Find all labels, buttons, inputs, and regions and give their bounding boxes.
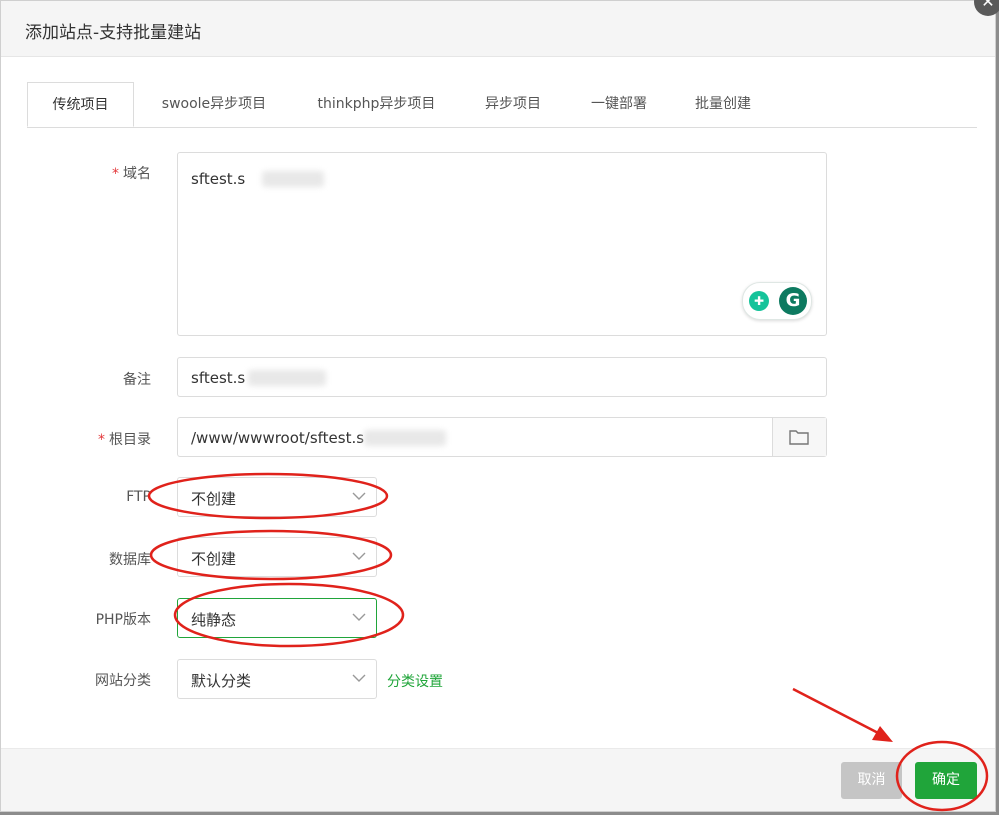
chevron-down-icon xyxy=(352,552,366,560)
remark-value: sftest.s xyxy=(191,369,246,387)
php-version-select[interactable]: 纯静态 xyxy=(177,598,377,638)
database-value: 不创建 xyxy=(191,550,237,568)
category-settings-link[interactable]: 分类设置 xyxy=(387,671,443,691)
required-mark: * xyxy=(112,166,119,182)
ftp-label: FTP xyxy=(126,489,151,505)
category-select[interactable]: 默认分类 xyxy=(177,659,377,699)
remark-label: 备注 xyxy=(123,372,151,388)
grammarly-icon: G xyxy=(779,287,807,315)
php-version-label: PHP版本 xyxy=(95,612,151,628)
tab-batch-create[interactable]: 批量创建 xyxy=(683,82,763,126)
root-dir-label: * 根目录 xyxy=(98,432,151,448)
tab-bar: 传统项目 swoole异步项目 thinkphp异步项目 异步项目 一键部署 批… xyxy=(27,82,977,128)
tab-swoole[interactable]: swoole异步项目 xyxy=(144,82,284,126)
ftp-select[interactable]: 不创建 xyxy=(177,477,377,517)
redaction-blur xyxy=(248,370,326,386)
redaction-blur xyxy=(364,430,446,446)
remark-input[interactable]: sftest.s xyxy=(177,357,827,397)
chevron-down-icon xyxy=(352,613,366,621)
lightbulb-icon: ✚ xyxy=(749,291,769,311)
chevron-down-icon xyxy=(352,674,366,682)
category-label: 网站分类 xyxy=(95,673,151,689)
cancel-button[interactable]: 取消 xyxy=(841,762,902,799)
ftp-value: 不创建 xyxy=(191,490,237,508)
tab-async[interactable]: 异步项目 xyxy=(473,82,553,126)
tab-thinkphp[interactable]: thinkphp异步项目 xyxy=(299,82,454,126)
domain-label: * 域名 xyxy=(112,166,151,182)
tab-traditional[interactable]: 传统项目 xyxy=(27,82,134,127)
category-value: 默认分类 xyxy=(191,672,252,690)
tab-one-click-deploy[interactable]: 一键部署 xyxy=(579,82,659,126)
browse-folder-button[interactable] xyxy=(772,418,826,456)
php-version-value: 纯静态 xyxy=(191,611,237,629)
root-dir-input[interactable]: /www/wwwroot/sftest.s xyxy=(177,417,827,457)
domain-textarea[interactable]: sftest.s xyxy=(177,152,827,336)
add-site-dialog: 添加站点-支持批量建站 传统项目 swoole异步项目 thinkphp异步项目… xyxy=(0,0,996,812)
domain-value: sftest.s xyxy=(191,170,246,188)
folder-icon xyxy=(789,430,809,445)
redaction-blur xyxy=(262,171,324,187)
database-select[interactable]: 不创建 xyxy=(177,537,377,577)
dialog-title: 添加站点-支持批量建站 xyxy=(25,23,202,43)
database-label: 数据库 xyxy=(109,552,151,568)
chevron-down-icon xyxy=(352,492,366,500)
root-dir-value: /www/wwwroot/sftest.s xyxy=(191,429,365,447)
required-mark: * xyxy=(98,432,105,448)
grammarly-widget[interactable]: ✚ G xyxy=(742,282,812,320)
confirm-button[interactable]: 确定 xyxy=(915,762,977,799)
dialog-titlebar: 添加站点-支持批量建站 xyxy=(1,1,995,57)
